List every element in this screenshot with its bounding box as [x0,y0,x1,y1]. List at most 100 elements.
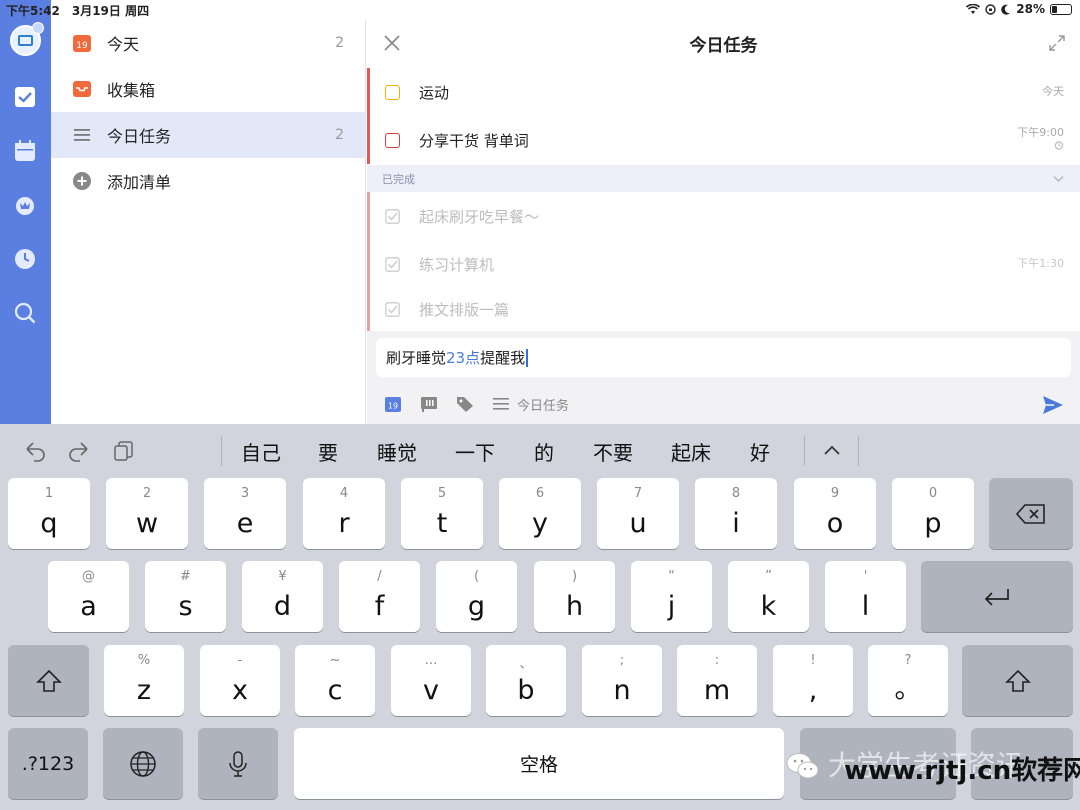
key[interactable]: ?。 [868,645,948,716]
key[interactable]: 8i [695,478,777,549]
key[interactable]: / f [339,561,420,632]
microphone-key[interactable] [198,728,278,799]
suggestion-item[interactable]: 不要 [593,437,633,466]
list-item-count: 2 [335,35,344,51]
chevron-up-icon[interactable] [821,440,843,462]
priority-flag-icon[interactable] [419,394,439,414]
suggestion-item[interactable]: 睡觉 [377,437,417,466]
space-key[interactable]: 空格 [294,728,784,799]
calendar-icon[interactable] [14,140,36,162]
key-label: b [517,675,535,706]
task-row[interactable]: 运动 今天 [367,68,1080,116]
search-icon[interactable] [14,302,36,324]
page-title: 今日任务 [689,35,758,56]
key[interactable]: ; n [582,645,662,716]
close-icon[interactable] [383,34,401,52]
battery-fill [1052,5,1057,13]
clipboard-icon[interactable] [113,440,135,462]
key-alt-label: 3 [240,486,250,501]
shift-icon [1004,669,1031,692]
key-label: v [423,675,439,706]
selected-list-label[interactable]: 今日任务 [517,395,569,414]
key[interactable]: 3e [204,478,286,549]
key[interactable]: 9o [794,478,876,549]
habit-icon[interactable] [14,194,36,216]
add-list-button[interactable]: 添加清单 [51,158,366,204]
checked-box-icon[interactable] [385,256,400,272]
chevron-down-icon[interactable] [1053,173,1064,186]
tag-icon[interactable] [455,394,475,414]
task-checkbox[interactable] [385,84,400,100]
completed-task-row[interactable]: 练习计算机 下午1:30 [367,240,1080,288]
key[interactable]: !, [773,645,853,716]
key[interactable]: 4r [303,478,385,549]
suggestion-bar: 自己 要 睡觉 一下 的 不要 起床 好 [0,424,1080,476]
checked-box-icon[interactable] [385,208,400,224]
completed-task-row[interactable]: 推文排版一篇 [367,288,1080,331]
key-alt-label: ” [765,569,772,584]
completed-section-header[interactable]: 已完成 [367,165,1080,192]
backspace-key[interactable] [989,478,1073,549]
key[interactable]: ) h [534,561,615,632]
redo-icon[interactable] [68,440,90,462]
key[interactable]: 1q [8,478,90,549]
suggestion-item[interactable]: 一下 [455,437,495,466]
key-alt-label: 5 [437,486,447,501]
globe-key[interactable] [103,728,183,799]
key[interactable]: 6y [499,478,581,549]
list-item-inbox[interactable]: 收集箱 [51,66,366,112]
key[interactable]: -x [200,645,280,716]
input-time-token[interactable]: 23点 [446,347,480,368]
key[interactable]: % z [104,645,184,716]
key[interactable]: … v [391,645,471,716]
priority-bar [367,116,370,164]
key[interactable]: 0p [892,478,974,549]
numbers-key[interactable]: .?123 [8,728,88,799]
send-icon[interactable] [1042,394,1064,416]
list-item-today-tasks[interactable]: 今日任务 2 [51,112,366,158]
key-label: w [135,508,159,539]
key[interactable]: ~ c [295,645,375,716]
key-label: n [613,675,631,706]
completed-task-row[interactable]: 起床刷牙吃早餐～ [367,192,1080,240]
expand-icon[interactable] [1048,34,1066,52]
list-icon[interactable] [491,394,511,414]
key-label: f [374,591,385,622]
clock-icon[interactable] [14,248,36,270]
date-picker-icon[interactable]: 19 [383,394,403,414]
key[interactable]: 5t [401,478,483,549]
key[interactable]: ' l [825,561,906,632]
key[interactable]: ” k [728,561,809,632]
list-item-today[interactable]: 19 今天 2 [51,20,366,66]
task-row[interactable]: 分享干货 背单词 下午9:00 [367,116,1080,164]
checked-box-icon[interactable] [385,302,400,317]
return-key[interactable] [921,561,1073,632]
tasks-checkbox-icon[interactable] [14,86,36,108]
undo-icon[interactable] [24,440,46,462]
suggestion-item[interactable]: 要 [318,437,338,466]
key[interactable]: @ a [48,561,129,632]
shift-key-left[interactable] [8,645,89,716]
quick-add-input[interactable]: 刷牙睡觉 23点 提醒我 [376,338,1071,377]
key[interactable]: 7u [597,478,679,549]
key[interactable]: 2w [106,478,188,549]
key-alt-label: ) [571,569,578,584]
task-checkbox[interactable] [385,132,400,148]
add-circle-icon [72,171,92,191]
input-text-after: 提醒我 [480,349,526,367]
suggestion-item[interactable]: 好 [750,437,770,466]
key[interactable]: ¥ d [242,561,323,632]
suggestion-item[interactable]: 的 [534,437,554,466]
key[interactable]: 、 b [486,645,566,716]
key-alt-label: 9 [830,486,840,501]
backspace-icon [1016,503,1045,524]
shift-key-right[interactable] [962,645,1073,716]
key-alt-label: - [237,653,243,668]
key-label: o [826,508,844,539]
key[interactable]: (g [436,561,517,632]
suggestion-item[interactable]: 自己 [241,437,281,466]
key[interactable]: :m [677,645,757,716]
suggestion-item[interactable]: 起床 [671,437,711,466]
key[interactable]: # s [145,561,226,632]
key[interactable]: “j [631,561,712,632]
